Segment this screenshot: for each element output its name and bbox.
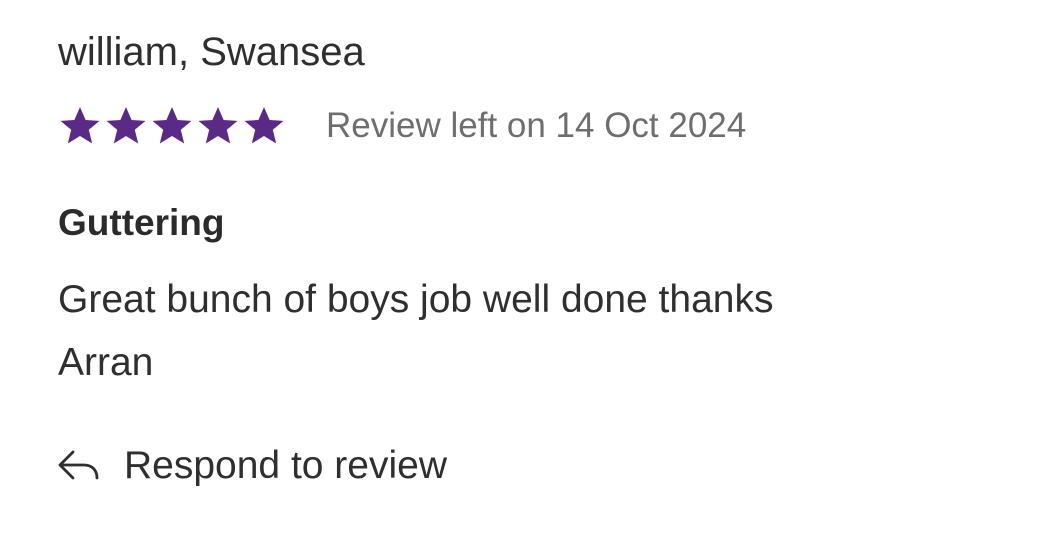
review-card: william, Swansea Review left on 14 Oct 2…: [0, 0, 1037, 552]
review-date: Review left on 14 Oct 2024: [326, 106, 747, 145]
respond-to-review-button[interactable]: Respond to review: [56, 438, 447, 494]
review-body: Great bunch of boys job well done thanks…: [58, 268, 958, 394]
review-title: Guttering: [58, 202, 225, 243]
star-icon: [150, 105, 194, 147]
reviewer-name-location: william, Swansea: [58, 30, 365, 74]
star-icon: [104, 105, 148, 147]
star-rating: [58, 105, 286, 147]
star-icon: [58, 105, 102, 147]
review-body-line: Great bunch of boys job well done thanks: [58, 278, 774, 321]
rating-row: Review left on 14 Oct 2024: [58, 102, 746, 150]
respond-to-review-label: Respond to review: [124, 444, 448, 487]
review-body-line: Arran: [58, 341, 154, 384]
reply-icon: [56, 446, 102, 486]
star-icon: [242, 105, 286, 147]
star-icon: [196, 105, 240, 147]
